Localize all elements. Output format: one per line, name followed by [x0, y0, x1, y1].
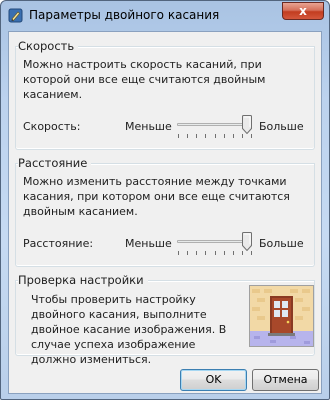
speed-min-label: Меньше — [125, 120, 172, 133]
speed-slider-track[interactable] — [177, 123, 251, 126]
distance-slider-thumb[interactable] — [242, 232, 253, 251]
test-group-title: Проверка настройки — [18, 273, 148, 287]
speed-slider-ticks — [178, 134, 252, 138]
distance-group-title: Расстояние — [18, 156, 92, 170]
speed-slider-thumb[interactable] — [242, 115, 253, 134]
distance-slider-ticks — [178, 251, 252, 255]
ok-button[interactable]: OK — [180, 369, 247, 391]
dialog-window: Параметры двойного касания x Скорость Мо… — [0, 0, 330, 400]
distance-description: Можно изменить расстояние между точками … — [23, 175, 290, 218]
distance-slider-track[interactable] — [177, 240, 251, 243]
distance-min-label: Меньше — [125, 237, 172, 250]
title-bar[interactable]: Параметры двойного касания x — [1, 1, 329, 31]
distance-group: Расстояние Можно изменить расстояние меж… — [15, 155, 315, 267]
cancel-button[interactable]: Отмена — [252, 369, 319, 391]
distance-max-label: Больше — [259, 237, 304, 250]
test-group: Проверка настройки Чтобы проверить настр… — [15, 272, 315, 366]
speed-description: Можно настроить скорость касаний, при ко… — [23, 58, 266, 101]
speed-group-title: Скорость — [18, 39, 79, 53]
speed-max-label: Больше — [259, 120, 304, 133]
test-description: Чтобы проверить настройку двойного касан… — [31, 293, 227, 366]
dialog-client-area: Скорость Можно настроить скорость касани… — [8, 31, 322, 394]
window-title: Параметры двойного касания — [29, 8, 220, 22]
speed-group: Скорость Можно настроить скорость касани… — [15, 38, 315, 150]
speed-label: Скорость: — [23, 120, 81, 133]
pen-settings-icon — [8, 8, 23, 23]
close-button[interactable]: x — [282, 2, 324, 20]
test-door-image[interactable] — [249, 285, 314, 347]
distance-label: Расстояние: — [23, 237, 94, 250]
